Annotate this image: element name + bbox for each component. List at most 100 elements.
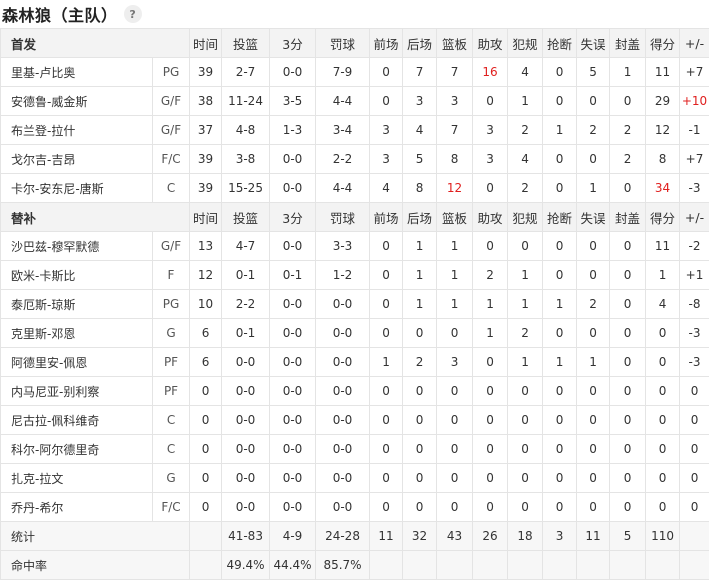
- stat-blocks: 0: [609, 231, 647, 261]
- stat-free-throws: 0-0: [315, 318, 371, 348]
- column-header-minutes[interactable]: 时间: [189, 28, 223, 58]
- column-header-rebounds[interactable]: 篮板: [436, 28, 474, 58]
- player-name-link[interactable]: 布兰登-拉什: [0, 115, 153, 145]
- stat-points: 0: [645, 434, 681, 464]
- player-name-link[interactable]: 科尔-阿尔德里奇: [0, 434, 153, 464]
- stat-fouls: 1: [507, 86, 544, 116]
- column-header-three-pointers[interactable]: 3分: [269, 28, 317, 58]
- column-header-blocks[interactable]: 封盖: [609, 202, 647, 232]
- player-row: 沙巴兹-穆罕默德 G/F 13 4-7 0-0 3-3 0 1 1 0 0 0 0 0 11 -2: [0, 231, 709, 261]
- column-header-three-pointers[interactable]: 3分: [269, 202, 317, 232]
- column-header-rebounds[interactable]: 篮板: [436, 202, 474, 232]
- player-name-link[interactable]: 沙巴兹-穆罕默德: [0, 231, 153, 261]
- stat-points: 11: [645, 231, 681, 261]
- stat-defensive-rebounds: 0: [402, 376, 438, 406]
- column-header-field-goals[interactable]: 投篮: [221, 28, 271, 58]
- column-header-points[interactable]: 得分: [645, 28, 681, 58]
- stat-defensive-rebounds: 0: [402, 463, 438, 493]
- stat-blocks: 2: [609, 144, 647, 174]
- player-name-link[interactable]: 尼古拉-佩科维奇: [0, 405, 153, 435]
- stat-points: 1: [645, 260, 681, 290]
- help-icon[interactable]: ?: [123, 5, 142, 23]
- column-header-assists[interactable]: 助攻: [472, 28, 509, 58]
- column-header-offensive-rebounds[interactable]: 前场: [369, 28, 404, 58]
- starters-section-label: 首发: [0, 28, 191, 58]
- player-name-link[interactable]: 里基-卢比奥: [0, 57, 153, 87]
- stat-field-goals: 11-24: [221, 86, 271, 116]
- column-header-fouls[interactable]: 犯规: [507, 202, 544, 232]
- column-header-plus-minus[interactable]: +/-: [679, 28, 709, 58]
- column-header-minutes[interactable]: 时间: [189, 202, 223, 232]
- player-name-link[interactable]: 阿德里安-佩恩: [0, 347, 153, 377]
- player-row: 扎克-拉文 G 0 0-0 0-0 0-0 0 0 0 0 0 0 0 0 0 0: [0, 463, 709, 493]
- column-header-blocks[interactable]: 封盖: [609, 28, 647, 58]
- stat-plus-minus: -8: [679, 289, 709, 319]
- stat-rebounds: 0: [436, 318, 474, 348]
- stat-offensive-rebounds: 3: [369, 144, 404, 174]
- column-header-offensive-rebounds[interactable]: 前场: [369, 202, 404, 232]
- stat-rebounds: 12: [436, 173, 474, 203]
- stat-minutes: 39: [189, 57, 223, 87]
- column-header-assists[interactable]: 助攻: [472, 202, 509, 232]
- percentages-assists: [472, 550, 509, 580]
- player-name-link[interactable]: 内马尼亚-别利察: [0, 376, 153, 406]
- column-header-field-goals[interactable]: 投篮: [221, 202, 271, 232]
- player-row: 卡尔-安东尼-唐斯 C 39 15-25 0-0 4-4 4 8 12 0 2 0 1 0 34 -3: [0, 173, 709, 203]
- stat-plus-minus: +7: [679, 144, 709, 174]
- stat-field-goals: 2-7: [221, 57, 271, 87]
- player-name-link[interactable]: 安德鲁-威金斯: [0, 86, 153, 116]
- player-name-link[interactable]: 扎克-拉文: [0, 463, 153, 493]
- stat-three-pointers: 3-5: [269, 86, 317, 116]
- column-header-turnovers[interactable]: 失误: [576, 202, 611, 232]
- totals-rebounds: 43: [436, 521, 474, 551]
- column-header-fouls[interactable]: 犯规: [507, 28, 544, 58]
- stat-three-pointers: 0-0: [269, 434, 317, 464]
- player-name-link[interactable]: 乔丹-希尔: [0, 492, 153, 522]
- player-name-link[interactable]: 克里斯-邓恩: [0, 318, 153, 348]
- stat-steals: 1: [542, 347, 578, 377]
- stat-rebounds: 1: [436, 231, 474, 261]
- player-row: 安德鲁-威金斯 G/F 38 11-24 3-5 4-4 0 3 3 0 1 0 0 0 29 +10: [0, 86, 709, 116]
- percentages-plus-minus: [679, 550, 709, 580]
- stat-rebounds: 7: [436, 57, 474, 87]
- column-header-steals[interactable]: 抢断: [542, 28, 578, 58]
- stat-field-goals: 0-0: [221, 492, 271, 522]
- stat-assists: 0: [472, 376, 509, 406]
- stat-plus-minus: 0: [679, 492, 709, 522]
- totals-defensive-rebounds: 32: [402, 521, 438, 551]
- player-position: PG: [151, 57, 191, 87]
- player-name-link[interactable]: 戈尔吉-吉昂: [0, 144, 153, 174]
- column-header-defensive-rebounds[interactable]: 后场: [402, 28, 438, 58]
- column-header-free-throws[interactable]: 罚球: [315, 202, 371, 232]
- player-name-link[interactable]: 卡尔-安东尼-唐斯: [0, 173, 153, 203]
- stat-field-goals: 0-1: [221, 318, 271, 348]
- stat-free-throws: 4-4: [315, 86, 371, 116]
- stat-three-pointers: 0-0: [269, 347, 317, 377]
- stat-plus-minus: 0: [679, 463, 709, 493]
- stat-points: 0: [645, 463, 681, 493]
- stat-rebounds: 3: [436, 86, 474, 116]
- stat-steals: 0: [542, 173, 578, 203]
- stat-assists: 0: [472, 405, 509, 435]
- percentages-row: 命中率 49.4% 44.4% 85.7%: [0, 550, 709, 580]
- column-header-points[interactable]: 得分: [645, 202, 681, 232]
- stat-three-pointers: 0-0: [269, 57, 317, 87]
- stat-minutes: 39: [189, 173, 223, 203]
- player-position: G: [151, 318, 191, 348]
- column-header-free-throws[interactable]: 罚球: [315, 28, 371, 58]
- stat-blocks: 0: [609, 376, 647, 406]
- player-name-link[interactable]: 泰厄斯-琼斯: [0, 289, 153, 319]
- column-header-defensive-rebounds[interactable]: 后场: [402, 202, 438, 232]
- stat-field-goals: 0-0: [221, 463, 271, 493]
- stat-steals: 1: [542, 289, 578, 319]
- column-header-plus-minus[interactable]: +/-: [679, 202, 709, 232]
- player-position: F/C: [151, 492, 191, 522]
- column-header-steals[interactable]: 抢断: [542, 202, 578, 232]
- stat-minutes: 0: [189, 492, 223, 522]
- stat-offensive-rebounds: 0: [369, 492, 404, 522]
- player-name-link[interactable]: 欧米-卡斯比: [0, 260, 153, 290]
- stat-fouls: 2: [507, 318, 544, 348]
- stat-plus-minus: 0: [679, 405, 709, 435]
- stat-minutes: 12: [189, 260, 223, 290]
- column-header-turnovers[interactable]: 失误: [576, 28, 611, 58]
